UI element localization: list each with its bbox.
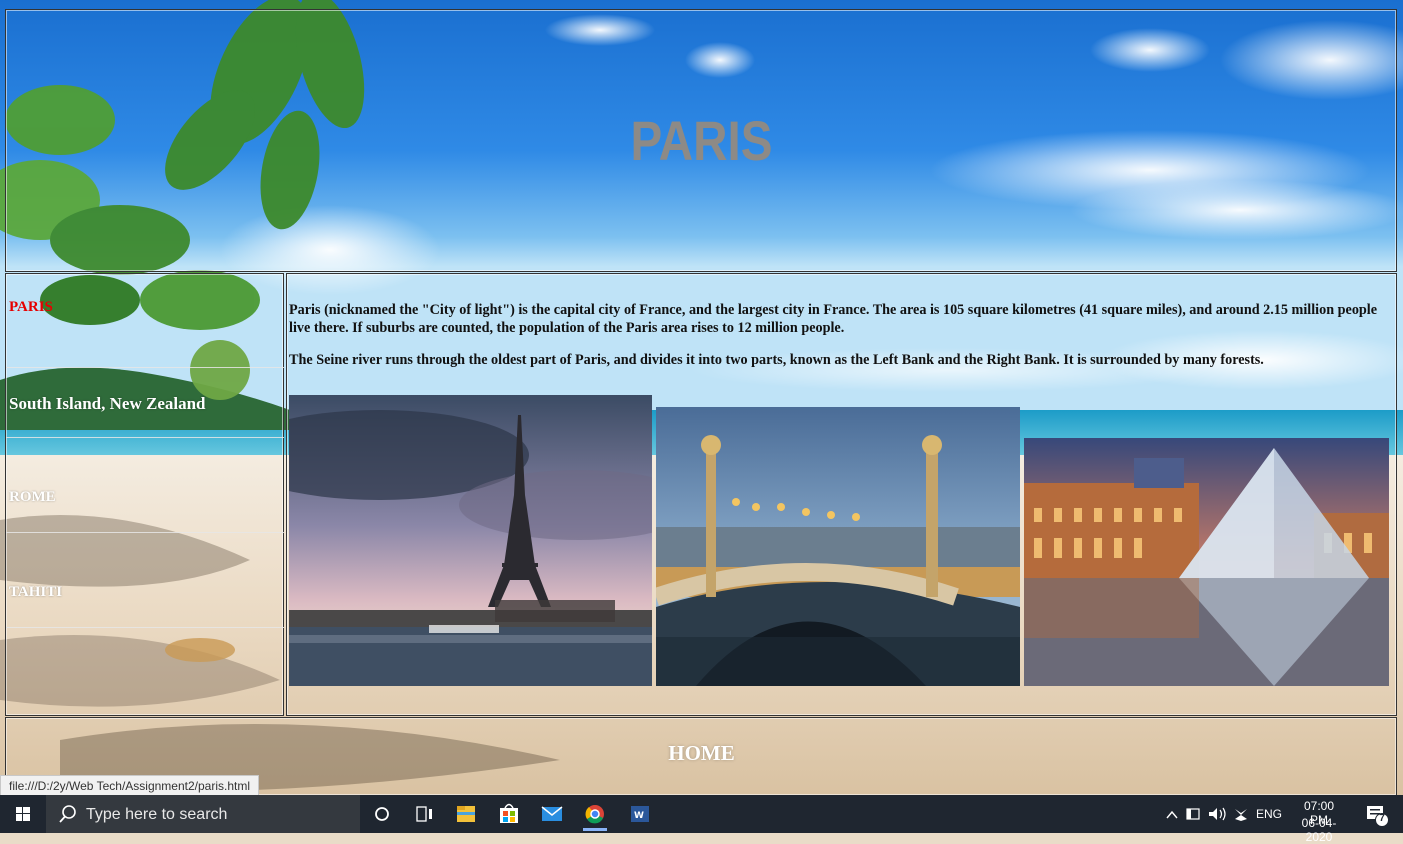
- folder-icon: [457, 806, 475, 822]
- store-button[interactable]: [489, 795, 529, 833]
- chrome-icon: [583, 805, 607, 831]
- windows-logo-icon: [16, 807, 30, 821]
- louvre-pyramid-photo: [1024, 438, 1389, 686]
- svg-text:W: W: [634, 811, 644, 821]
- word-button[interactable]: W: [620, 795, 660, 833]
- action-center-button[interactable]: 7: [1360, 795, 1396, 833]
- eiffel-tower-photo: [289, 395, 652, 686]
- file-explorer-button[interactable]: [446, 795, 486, 833]
- footer-home-link[interactable]: HOME: [0, 741, 1403, 766]
- page-title: PARIS: [630, 109, 773, 172]
- task-view-icon: [416, 806, 432, 822]
- task-view-button[interactable]: [404, 795, 444, 833]
- sidebar-item-south-island: South Island, New Zealand: [6, 344, 284, 438]
- windows-taskbar: Type here to search W ENG 07:00 PM 06-04…: [0, 795, 1403, 844]
- content-text: Paris (nicknamed the "City of light") is…: [289, 301, 1389, 383]
- language-indicator[interactable]: ENG: [1256, 807, 1282, 821]
- nav-link-tahiti[interactable]: TAHITI: [9, 584, 62, 601]
- search-icon: [59, 805, 76, 823]
- notification-count: 7: [1379, 813, 1385, 824]
- pont-alexandre-bridge-photo: [656, 407, 1020, 686]
- nav-link-paris[interactable]: PARIS: [9, 299, 53, 316]
- content-paragraph-1: Paris (nicknamed the "City of light") is…: [289, 302, 1378, 336]
- nav-link-rome[interactable]: ROME: [9, 489, 56, 506]
- sidebar-item-tahiti: TAHITI: [6, 533, 284, 628]
- search-placeholder: Type here to search: [86, 806, 228, 823]
- sidebar-item-rome: ROME: [6, 438, 284, 533]
- nav-link-south-island[interactable]: South Island, New Zealand: [9, 394, 206, 414]
- content-paragraph-2: The Seine river runs through the oldest …: [289, 352, 1264, 368]
- start-button[interactable]: [0, 795, 46, 833]
- mail-button[interactable]: [532, 795, 572, 833]
- browser-status-url: file:///D:/2y/Web Tech/Assignment2/paris…: [0, 775, 259, 797]
- chrome-button[interactable]: [575, 795, 615, 833]
- cortana-icon: [375, 807, 389, 821]
- cortana-button[interactable]: [362, 795, 402, 833]
- word-icon: W: [631, 806, 649, 822]
- system-tray-icons[interactable]: [1163, 795, 1253, 833]
- store-bag-icon: [500, 803, 518, 823]
- clock-date[interactable]: 06-04-2020: [1289, 816, 1349, 844]
- tray-icons: [1166, 807, 1247, 821]
- taskbar-search-box[interactable]: Type here to search: [46, 795, 360, 833]
- mail-icon: [541, 806, 563, 821]
